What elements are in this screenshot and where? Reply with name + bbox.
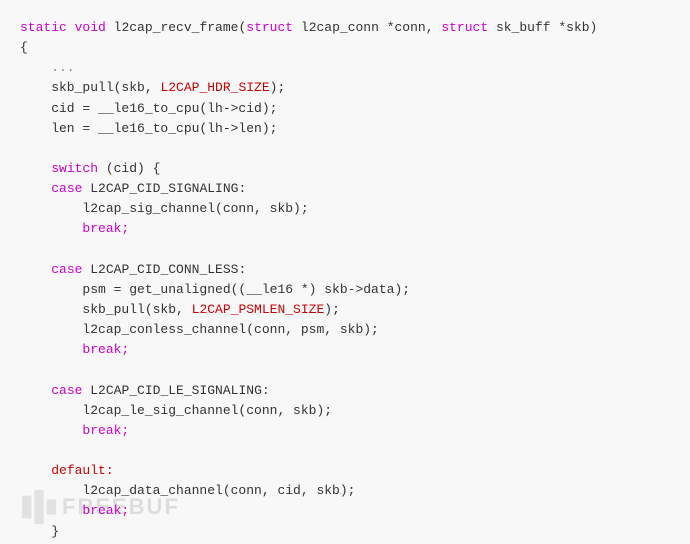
code-line: l2cap_sig_channel(conn, skb);: [20, 199, 670, 219]
code-token: L2CAP_CID_CONN_LESS:: [82, 262, 246, 277]
code-token: struct: [441, 20, 488, 35]
code-line: l2cap_conless_channel(conn, psm, skb);: [20, 320, 670, 340]
code-line: len = __le16_to_cpu(lh->len);: [20, 119, 670, 139]
code-line: l2cap_data_channel(conn, cid, skb);: [20, 481, 670, 501]
code-token: }: [20, 524, 59, 539]
code-token: break;: [82, 503, 129, 518]
code-token: L2CAP_HDR_SIZE: [160, 80, 269, 95]
code-token: case: [51, 262, 82, 277]
code-line: switch (cid) {: [20, 159, 670, 179]
code-token: l2cap_data_channel(conn, cid, skb);: [20, 483, 355, 498]
code-token: [20, 262, 51, 277]
code-token: [67, 20, 75, 35]
code-token: sk_buff *skb): [488, 20, 597, 35]
code-token: void: [75, 20, 106, 35]
code-token: L2CAP_CID_LE_SIGNALING:: [82, 383, 269, 398]
code-block: static void l2cap_recv_frame(struct l2ca…: [0, 0, 690, 544]
code-line: case L2CAP_CID_LE_SIGNALING:: [20, 381, 670, 401]
code-token: l2cap_recv_frame(: [106, 20, 246, 35]
code-token: [20, 423, 82, 438]
code-token: );: [270, 80, 286, 95]
code-line: l2cap_le_sig_channel(conn, skb);: [20, 401, 670, 421]
code-token: case: [51, 181, 82, 196]
code-token: default:: [51, 463, 113, 478]
code-content: static void l2cap_recv_frame(struct l2ca…: [20, 18, 670, 542]
code-line: break;: [20, 219, 670, 239]
code-token: break;: [82, 342, 129, 357]
code-token: break;: [82, 221, 129, 236]
code-token: [20, 221, 82, 236]
code-line: cid = __le16_to_cpu(lh->cid);: [20, 99, 670, 119]
code-line: ...: [20, 58, 670, 78]
code-token: );: [324, 302, 340, 317]
code-line: [20, 139, 670, 159]
code-line: psm = get_unaligned((__le16 *) skb->data…: [20, 280, 670, 300]
code-line: break;: [20, 501, 670, 521]
code-line: default:: [20, 461, 670, 481]
code-line: {: [20, 38, 670, 58]
code-token: l2cap_conn *conn,: [293, 20, 441, 35]
code-token: ...: [20, 60, 75, 75]
code-token: break;: [82, 423, 129, 438]
code-line: skb_pull(skb, L2CAP_HDR_SIZE);: [20, 78, 670, 98]
code-token: skb_pull(skb,: [20, 302, 192, 317]
code-token: l2cap_conless_channel(conn, psm, skb);: [20, 322, 379, 337]
code-line: break;: [20, 340, 670, 360]
code-token: skb_pull(skb,: [20, 80, 160, 95]
code-token: (cid) {: [98, 161, 160, 176]
code-token: [20, 342, 82, 357]
code-line: case L2CAP_CID_CONN_LESS:: [20, 260, 670, 280]
code-token: [20, 383, 51, 398]
code-token: {: [20, 40, 28, 55]
code-line: }: [20, 522, 670, 542]
code-line: case L2CAP_CID_SIGNALING:: [20, 179, 670, 199]
code-token: [20, 181, 51, 196]
code-token: psm = get_unaligned((__le16 *) skb->data…: [20, 282, 410, 297]
code-token: static: [20, 20, 67, 35]
code-line: skb_pull(skb, L2CAP_PSMLEN_SIZE);: [20, 300, 670, 320]
code-token: L2CAP_PSMLEN_SIZE: [192, 302, 325, 317]
code-token: switch: [51, 161, 98, 176]
code-line: static void l2cap_recv_frame(struct l2ca…: [20, 18, 670, 38]
code-token: case: [51, 383, 82, 398]
code-token: [20, 503, 82, 518]
code-token: L2CAP_CID_SIGNALING:: [82, 181, 246, 196]
code-token: l2cap_le_sig_channel(conn, skb);: [20, 403, 332, 418]
code-line: [20, 360, 670, 380]
code-token: [20, 161, 51, 176]
code-token: len = __le16_to_cpu(lh->len);: [20, 121, 277, 136]
code-token: [20, 463, 51, 478]
code-token: cid = __le16_to_cpu(lh->cid);: [20, 101, 277, 116]
code-line: [20, 240, 670, 260]
code-token: struct: [246, 20, 293, 35]
code-line: break;: [20, 421, 670, 441]
code-line: [20, 441, 670, 461]
code-token: l2cap_sig_channel(conn, skb);: [20, 201, 309, 216]
